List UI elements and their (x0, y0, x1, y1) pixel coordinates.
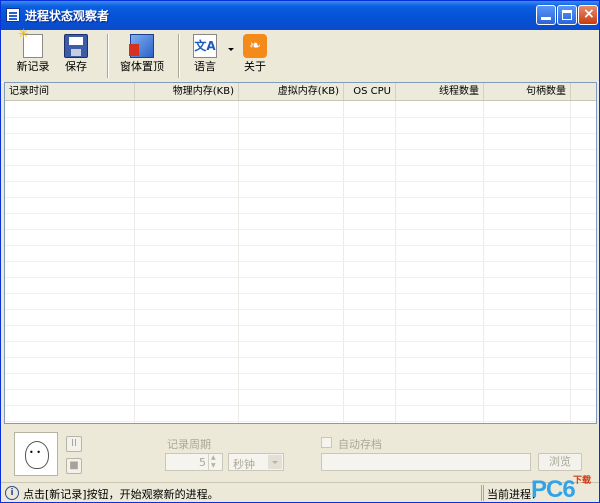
close-button[interactable]: × (578, 5, 598, 25)
row-divider (5, 213, 596, 214)
new-record-button[interactable]: 新记录 (9, 27, 57, 78)
autosave-checkbox[interactable] (321, 437, 332, 448)
pc6-watermark-logo: PC6 下载 (531, 476, 597, 503)
maximize-button[interactable] (557, 5, 577, 25)
toolbar-separator (107, 34, 109, 78)
minimize-button[interactable] (536, 5, 556, 25)
row-divider (5, 405, 596, 406)
row-divider (5, 149, 596, 150)
window-topmost-button[interactable]: 窗体置顶 (114, 32, 170, 78)
record-table[interactable]: 记录时间 物理内存(KB) 虚拟内存(KB) OS CPU 线程数量 句柄数量 (4, 82, 597, 424)
watermark-text: PC6 (531, 476, 576, 503)
column-header-thread-count[interactable]: 线程数量 (396, 83, 484, 100)
mascot-image (14, 432, 58, 476)
row-divider (5, 261, 596, 262)
language-dropdown-icon[interactable] (228, 48, 234, 51)
save-label: 保存 (65, 60, 87, 73)
stop-icon: ■ (69, 460, 79, 471)
toolbar: 新记录 保存 窗体置顶 文A 语言 ❧ 关于 (1, 27, 599, 83)
column-header-record-time[interactable]: 记录时间 (5, 83, 135, 100)
status-message: 点击[新记录]按钮，开始观察新的进程。 (23, 488, 219, 501)
window-topmost-label: 窗体置顶 (120, 60, 164, 73)
row-divider (5, 421, 596, 422)
save-path-field[interactable] (321, 453, 531, 471)
chevron-down-icon[interactable] (268, 455, 282, 469)
row-divider (5, 245, 596, 246)
about-button[interactable]: ❧ 关于 (237, 32, 273, 78)
table-header: 记录时间 物理内存(KB) 虚拟内存(KB) OS CPU 线程数量 句柄数量 (5, 83, 596, 101)
row-divider (5, 373, 596, 374)
app-icon[interactable] (6, 8, 20, 22)
language-icon: 文A (193, 34, 217, 58)
record-period-stepper[interactable]: 5 (165, 453, 223, 471)
browse-button[interactable]: 浏览 (538, 453, 582, 471)
stepper-arrows-icon[interactable] (208, 454, 222, 470)
record-period-label: 记录周期 (167, 438, 211, 451)
new-record-label: 新记录 (16, 60, 50, 73)
status-bar: i 点击[新记录]按钮，开始观察新的进程。 当前进程： (1, 482, 599, 502)
row-divider (5, 389, 596, 390)
row-divider (5, 181, 596, 182)
about-label: 关于 (244, 60, 266, 73)
new-document-icon (18, 27, 43, 58)
about-icon: ❧ (243, 34, 267, 58)
column-header-handle-count[interactable]: 句柄数量 (484, 83, 571, 100)
row-divider (5, 133, 596, 134)
window-pin-icon (129, 34, 154, 58)
column-header-os-cpu[interactable]: OS CPU (344, 83, 396, 100)
row-divider (5, 197, 596, 198)
pause-icon: II (71, 438, 77, 449)
period-unit-select[interactable]: 秒钟 (228, 453, 284, 471)
row-divider (5, 341, 596, 342)
close-icon: × (583, 6, 595, 22)
period-unit-value: 秒钟 (233, 458, 255, 471)
window-title: 进程状态观察者 (25, 9, 110, 23)
watermark-subtext: 下载 (573, 476, 592, 486)
column-header-physical-memory[interactable]: 物理内存(KB) (135, 83, 239, 100)
row-divider (5, 325, 596, 326)
column-header-virtual-memory[interactable]: 虚拟内存(KB) (239, 83, 344, 100)
row-divider (5, 165, 596, 166)
row-divider (5, 293, 596, 294)
row-divider (5, 277, 596, 278)
maximize-icon (562, 10, 572, 20)
info-icon: i (5, 486, 19, 500)
pause-button[interactable]: II (66, 436, 82, 452)
minimize-icon (541, 10, 551, 20)
toolbar-separator (178, 34, 180, 78)
record-period-value: 5 (199, 456, 206, 469)
row-divider (5, 309, 596, 310)
autosave-label: 自动存档 (338, 438, 382, 451)
control-panel: II ■ 记录周期 5 秒钟 自动存档 浏览 (1, 424, 599, 482)
stop-button[interactable]: ■ (66, 458, 82, 474)
language-label: 语言 (194, 60, 216, 73)
table-body[interactable] (5, 101, 596, 423)
row-divider (5, 357, 596, 358)
title-bar[interactable]: 进程状态观察者 × (1, 1, 599, 30)
save-button[interactable]: 保存 (57, 32, 95, 78)
main-window: 进程状态观察者 × 新记录 保存 窗体置顶 文A 语言 ❧ 关于 (0, 0, 600, 503)
row-divider (5, 229, 596, 230)
floppy-disk-icon (64, 34, 88, 58)
row-divider (5, 117, 596, 118)
language-button[interactable]: 文A 语言 (186, 32, 224, 78)
